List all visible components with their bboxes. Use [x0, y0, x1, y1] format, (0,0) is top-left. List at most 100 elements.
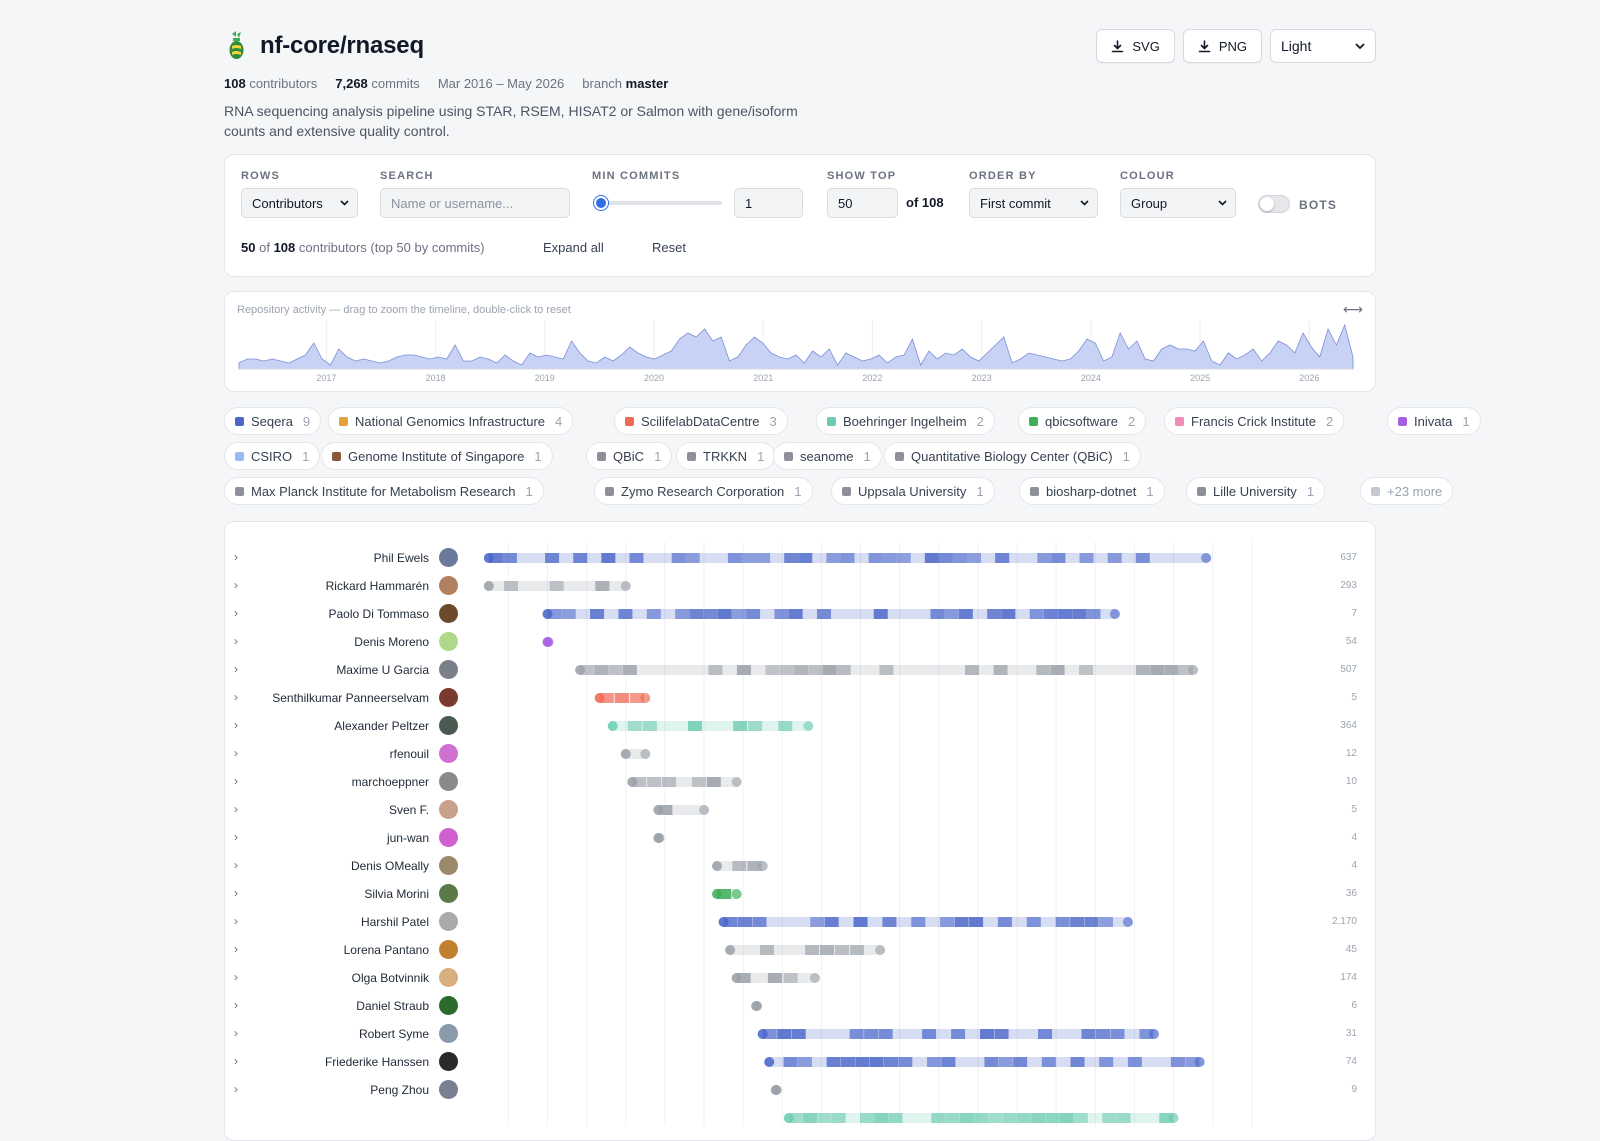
- contributor-name[interactable]: Olga Botvinnik: [352, 971, 429, 985]
- avatar[interactable]: [439, 604, 458, 623]
- rows-select[interactable]: Contributors: [241, 188, 358, 218]
- group-chip[interactable]: Inivata 1: [1387, 407, 1481, 435]
- min-commits-slider-thumb[interactable]: [594, 196, 608, 210]
- group-chip[interactable]: Quantitative Biology Center (QBiC) 1: [884, 442, 1141, 470]
- contributor-name[interactable]: Harshil Patel: [361, 915, 429, 929]
- more-groups-chip[interactable]: +23 more: [1360, 477, 1454, 505]
- expand-row-chevron-icon[interactable]: ›: [234, 1082, 238, 1096]
- expand-row-chevron-icon[interactable]: ›: [234, 998, 238, 1012]
- group-chip[interactable]: Boehringer Ingelheim 2: [816, 407, 995, 435]
- expand-all-button[interactable]: Expand all: [543, 240, 604, 255]
- group-chip[interactable]: qbicsoftware 2: [1018, 407, 1147, 435]
- contributor-name[interactable]: Sven F.: [389, 803, 429, 817]
- order-by-select[interactable]: First commit: [969, 188, 1098, 218]
- expand-row-chevron-icon[interactable]: ›: [234, 578, 238, 592]
- expand-row-chevron-icon[interactable]: ›: [234, 634, 238, 648]
- min-commits-input[interactable]: 1: [734, 188, 803, 218]
- expand-row-chevron-icon[interactable]: ›: [234, 942, 238, 956]
- avatar[interactable]: [439, 716, 458, 735]
- contributor-name[interactable]: Daniel Straub: [356, 999, 429, 1013]
- avatar[interactable]: [439, 996, 458, 1015]
- download-png-button[interactable]: PNG: [1182, 29, 1262, 63]
- avatar[interactable]: [439, 576, 458, 595]
- avatar[interactable]: [439, 632, 458, 651]
- expand-row-chevron-icon[interactable]: ›: [234, 886, 238, 900]
- expand-row-chevron-icon[interactable]: ›: [234, 550, 238, 564]
- contributor-name[interactable]: Denis OMeally: [351, 859, 429, 873]
- group-chip[interactable]: National Genomics Infrastructure 4: [328, 407, 574, 435]
- contributor-name[interactable]: Lorena Pantano: [344, 943, 429, 957]
- show-top-input[interactable]: 50: [827, 188, 898, 218]
- avatar[interactable]: [439, 856, 458, 875]
- avatar[interactable]: [439, 772, 458, 791]
- contributor-name[interactable]: Peng Zhou: [370, 1083, 429, 1097]
- expand-row-chevron-icon[interactable]: ›: [234, 746, 238, 760]
- expand-row-chevron-icon[interactable]: ›: [234, 802, 238, 816]
- group-chip[interactable]: biosharp-dotnet 1: [1019, 477, 1165, 505]
- bots-toggle[interactable]: [1258, 195, 1290, 213]
- download-svg-button[interactable]: SVG: [1096, 29, 1175, 63]
- group-chip[interactable]: Genome Institute of Singapore 1: [321, 442, 553, 470]
- activity-block: [784, 553, 799, 563]
- expand-row-chevron-icon[interactable]: ›: [234, 1054, 238, 1068]
- avatar[interactable]: [439, 1080, 458, 1099]
- contributor-name[interactable]: marchoeppner: [352, 775, 429, 789]
- group-chip[interactable]: CSIRO 1: [224, 442, 321, 470]
- contributor-name[interactable]: Phil Ewels: [374, 551, 429, 565]
- group-chip[interactable]: QBiC 1: [586, 442, 673, 470]
- avatar[interactable]: [439, 828, 458, 847]
- group-chip[interactable]: Max Planck Institute for Metabolism Rese…: [224, 477, 544, 505]
- expand-row-chevron-icon[interactable]: ›: [234, 1026, 238, 1040]
- search-input[interactable]: Name or username...: [380, 188, 570, 218]
- avatar[interactable]: [439, 968, 458, 987]
- contributor-name[interactable]: Friederike Hanssen: [325, 1055, 429, 1069]
- contributor-name[interactable]: Maxime U Garcia: [336, 663, 429, 677]
- avatar[interactable]: [439, 548, 458, 567]
- group-count: 1: [1306, 483, 1315, 499]
- expand-row-chevron-icon[interactable]: ›: [234, 606, 238, 620]
- avatar[interactable]: [439, 800, 458, 819]
- avatar[interactable]: [439, 660, 458, 679]
- theme-select[interactable]: Light: [1270, 29, 1376, 63]
- expand-row-chevron-icon[interactable]: ›: [234, 662, 238, 676]
- group-chip[interactable]: Seqera 9: [224, 407, 322, 435]
- group-color-swatch: [625, 416, 634, 426]
- contributor-name[interactable]: Robert Syme: [359, 1027, 429, 1041]
- colour-select[interactable]: Group: [1120, 188, 1236, 218]
- avatar[interactable]: [439, 744, 458, 763]
- avatar[interactable]: [439, 688, 458, 707]
- expand-row-chevron-icon[interactable]: ›: [234, 970, 238, 984]
- contributor-name[interactable]: Denis Moreno: [354, 635, 429, 649]
- expand-row-chevron-icon[interactable]: ›: [234, 774, 238, 788]
- group-chip[interactable]: Zymo Research Corporation 1: [594, 477, 813, 505]
- contributor-name[interactable]: Alexander Peltzer: [334, 719, 429, 733]
- contributor-name[interactable]: rfenouil: [390, 747, 429, 761]
- avatar[interactable]: [439, 940, 458, 959]
- min-commits-slider[interactable]: [594, 201, 722, 205]
- activity-block: [573, 553, 588, 563]
- group-chip[interactable]: ScilifelabDataCentre 3: [614, 407, 788, 435]
- expand-row-chevron-icon[interactable]: ›: [234, 690, 238, 704]
- group-chip[interactable]: TRKKN 1: [676, 442, 776, 470]
- contributor-name[interactable]: Paolo Di Tommaso: [329, 607, 430, 621]
- group-chip[interactable]: Uppsala University 1: [831, 477, 995, 505]
- expand-row-chevron-icon[interactable]: ›: [234, 858, 238, 872]
- group-chip[interactable]: Lille University 1: [1186, 477, 1326, 505]
- avatar[interactable]: [439, 912, 458, 931]
- avatar[interactable]: [439, 1024, 458, 1043]
- activity-block: [1170, 1057, 1185, 1067]
- contributor-name[interactable]: Senthilkumar Panneerselvam: [272, 691, 429, 705]
- contributor-name[interactable]: Rickard Hammarén: [326, 579, 429, 593]
- activity-chart[interactable]: 2017 2018 2019 2020 2021 2022 2023 2024 2025 2026: [225, 292, 1377, 393]
- group-chip[interactable]: Francis Crick Institute 2: [1164, 407, 1345, 435]
- avatar[interactable]: [439, 884, 458, 903]
- avatar[interactable]: [439, 1052, 458, 1071]
- reset-button[interactable]: Reset: [652, 240, 686, 255]
- expand-row-chevron-icon[interactable]: ›: [234, 914, 238, 928]
- activity-block: [1086, 609, 1101, 619]
- contributor-name[interactable]: jun-wan: [387, 831, 429, 845]
- expand-row-chevron-icon[interactable]: ›: [234, 830, 238, 844]
- contributor-name[interactable]: Silvia Morini: [364, 887, 429, 901]
- expand-row-chevron-icon[interactable]: ›: [234, 718, 238, 732]
- group-chip[interactable]: seanome 1: [773, 442, 882, 470]
